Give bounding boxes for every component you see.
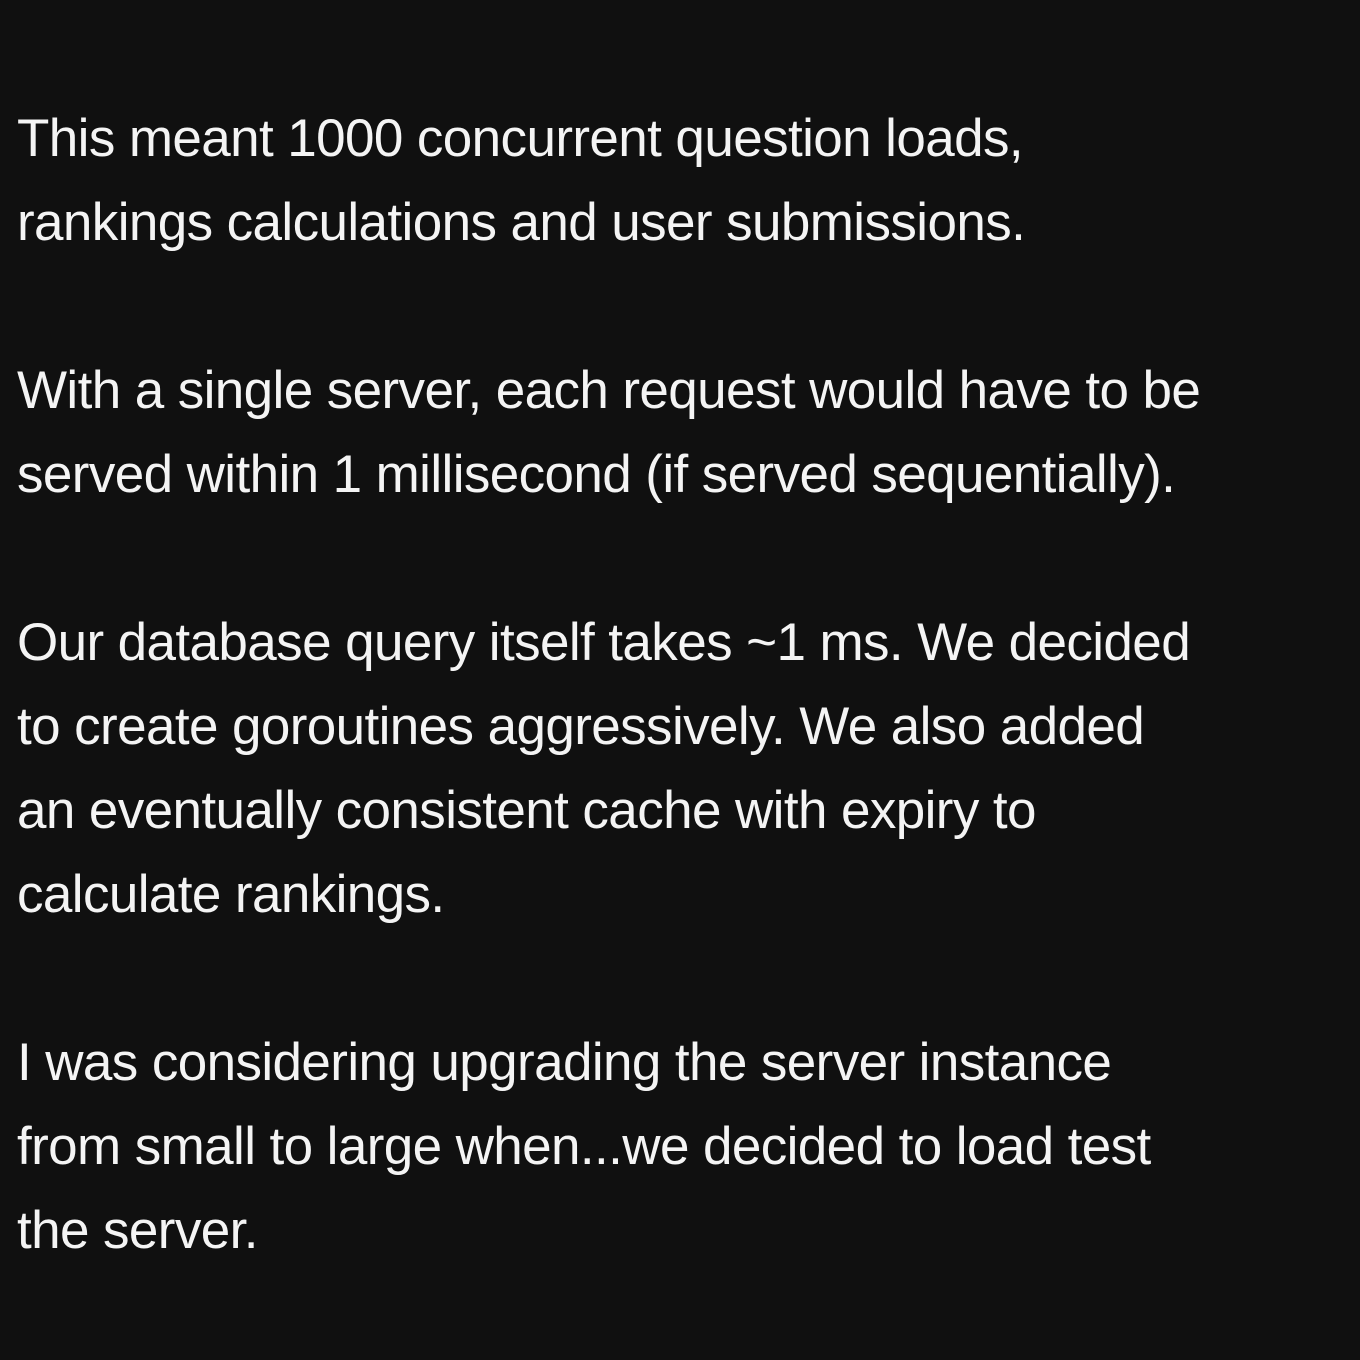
- paragraph-4-line-3: the server.: [17, 1201, 258, 1260]
- paragraph-1-line-2: rankings calculations and user submissio…: [17, 193, 1026, 252]
- paragraph-4-line-2: from small to large when...we decided to…: [17, 1117, 1151, 1176]
- paragraph-3-line-2: to create goroutines aggressively. We al…: [17, 697, 1145, 756]
- paragraph-3-line-1: Our database query itself takes ~1 ms. W…: [17, 613, 1191, 672]
- paragraph-2-line-2: served within 1 millisecond (if served s…: [17, 445, 1176, 504]
- paragraph-3-line-3: an eventually consistent cache with expi…: [17, 781, 1036, 840]
- paragraph-3-line-4: calculate rankings.: [17, 865, 445, 924]
- paragraph-4-line-1: I was considering upgrading the server i…: [17, 1033, 1112, 1092]
- text-slide: This meant 1000 concurrent question load…: [0, 0, 1360, 1360]
- paragraph-1-line-1: This meant 1000 concurrent question load…: [17, 109, 1024, 168]
- paragraph-2-line-1: With a single server, each request would…: [17, 361, 1201, 420]
